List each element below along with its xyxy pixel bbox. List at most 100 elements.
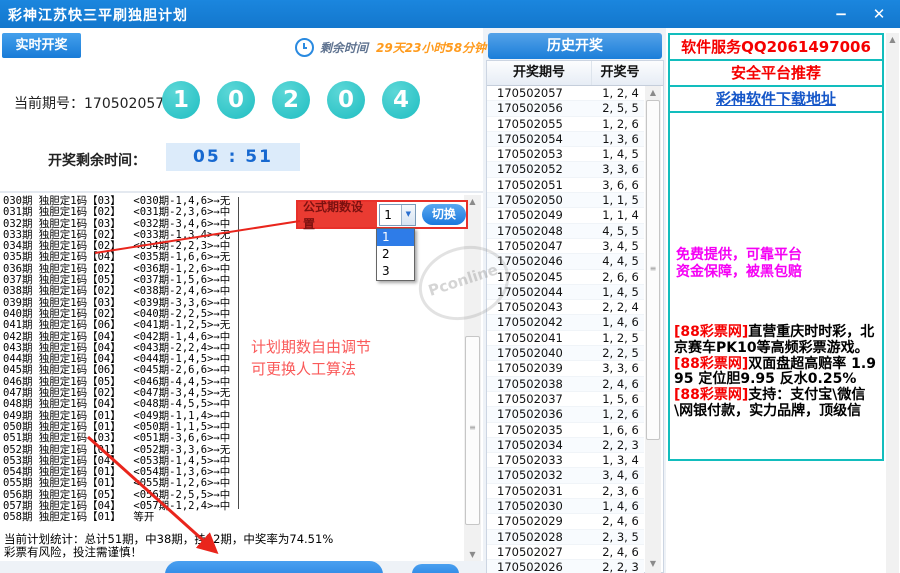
minimize-button[interactable]: − — [826, 0, 856, 28]
history-row: 1705020282, 3, 5 — [487, 530, 644, 545]
remaining-time-label: 剩余时间 — [320, 39, 368, 56]
dropdown-option[interactable]: 2 — [377, 246, 414, 263]
history-row: 1705020452, 6, 6 — [487, 270, 644, 285]
history-row: 1705020441, 4, 5 — [487, 285, 644, 300]
scrollbar-grip-icon: ≡ — [647, 264, 659, 273]
promo-slogan-line: 资金保障，被黑包赔 — [676, 264, 802, 281]
plan-line: 048期 独胆定1码【04】 <048期-4,5,5>→中 — [3, 399, 463, 410]
scroll-up-icon[interactable]: ▲ — [886, 33, 899, 46]
cell: 2, 4, 6 — [597, 514, 644, 528]
history-row: 1705020491, 1, 4 — [487, 208, 644, 223]
promo-panel: 软件服务QQ2061497006 安全平台推荐 彩神软件下载地址 免费提供，可靠… — [666, 28, 900, 573]
chevron-down-icon[interactable]: ▼ — [401, 205, 415, 225]
history-table-header: 开奖期号 开奖号 — [487, 61, 663, 86]
cell: 170502044 — [487, 285, 597, 299]
cell: 1, 2, 4 — [597, 86, 644, 100]
cell: 170502026 — [487, 560, 597, 573]
cell: 1, 3, 4 — [597, 453, 644, 467]
history-row: 1705020371, 5, 6 — [487, 392, 644, 407]
secondary-button[interactable] — [412, 564, 459, 573]
tab-live-draw[interactable]: 实时开奖 — [2, 33, 81, 58]
history-scrollbar[interactable]: ▲ ≡ ▼ — [645, 86, 661, 573]
cell: 170502027 — [487, 545, 597, 559]
promo-scrollbar[interactable]: ▲ — [886, 33, 899, 573]
annotation-note-line: 计划期数自由调节 — [251, 336, 371, 358]
plan-scrollbar-thumb[interactable]: ≡ — [465, 336, 480, 525]
download-link[interactable]: 彩神软件下载地址 — [670, 87, 882, 113]
cell: 2, 4, 6 — [597, 377, 644, 391]
cell: 1, 3, 6 — [597, 132, 644, 146]
cell: 170502051 — [487, 178, 597, 192]
history-row: 1705020571, 2, 4 — [487, 86, 644, 101]
cell: 170502032 — [487, 468, 597, 482]
cell: 170502034 — [487, 438, 597, 452]
cell: 170502056 — [487, 101, 597, 115]
history-row: 1705020541, 3, 6 — [487, 132, 644, 147]
history-panel-title: 历史开奖 — [488, 33, 662, 59]
divider — [0, 191, 483, 193]
ad-site-tag: [88彩票网] — [674, 324, 748, 340]
history-row: 1705020411, 2, 5 — [487, 331, 644, 346]
cell: 170502057 — [487, 86, 597, 100]
history-row: 1705020513, 6, 6 — [487, 178, 644, 193]
cell: 2, 2, 3 — [597, 560, 644, 573]
history-row: 1705020484, 5, 5 — [487, 224, 644, 239]
cell: 170502050 — [487, 193, 597, 207]
draw-ball: 2 — [272, 81, 310, 119]
cell: 170502038 — [487, 377, 597, 391]
safe-platform-label: 安全平台推荐 — [670, 61, 882, 87]
window-title: 彩神江苏快三平刷独胆计划 — [8, 5, 188, 25]
cell: 170502055 — [487, 117, 597, 131]
promo-box: 软件服务QQ2061497006 安全平台推荐 彩神软件下载地址 免费提供，可靠… — [668, 33, 884, 461]
promo-ads: [88彩票网]直营重庆时时彩，北京赛车PK10等高频彩票游戏。[88彩票网]双面… — [674, 325, 878, 420]
cell: 4, 4, 5 — [597, 254, 644, 268]
scroll-down-icon[interactable]: ▼ — [464, 548, 481, 561]
annotation-note-line: 可更换人工算法 — [251, 358, 371, 380]
promo-ad-line: [88彩票网]双面盘超高赔率 1.995 定位胆9.95 反水0.25% — [674, 357, 878, 389]
scroll-up-icon[interactable]: ▲ — [645, 86, 661, 99]
countdown-value: 05 : 51 — [166, 143, 300, 171]
history-row: 1705020361, 2, 6 — [487, 407, 644, 422]
cell: 170502031 — [487, 484, 597, 498]
ad-site-tag: [88彩票网] — [674, 387, 748, 403]
close-button[interactable]: ✕ — [864, 0, 894, 28]
cell: 170502033 — [487, 453, 597, 467]
cell: 170502045 — [487, 270, 597, 284]
cell: 1, 6, 6 — [597, 423, 644, 437]
plan-line: 038期 独胆定1码【02】 <038期-2,4,6>→中 — [3, 286, 463, 297]
annotation-note: 计划期数自由调节 可更换人工算法 — [251, 336, 371, 380]
formula-period-dropdown[interactable]: 1 ▼ — [379, 204, 416, 226]
cell: 170502049 — [487, 208, 597, 222]
history-row: 1705020464, 4, 5 — [487, 254, 644, 269]
cell: 4, 5, 5 — [597, 224, 644, 238]
promo-ad-line: [88彩票网]直营重庆时时彩，北京赛车PK10等高频彩票游戏。 — [674, 325, 878, 357]
cell: 170502046 — [487, 254, 597, 268]
history-row: 1705020301, 4, 6 — [487, 499, 644, 514]
dropdown-option[interactable]: 1 — [377, 229, 414, 246]
remaining-time-group: 剩余时间 29天23小时58分钟 — [295, 39, 486, 55]
scroll-down-icon[interactable]: ▼ — [645, 557, 661, 570]
title-bar: 彩神江苏快三平刷独胆计划 − ✕ — [0, 0, 900, 28]
cell: 3, 3, 6 — [597, 162, 644, 176]
dropdown-options-popup: 123 — [376, 228, 415, 281]
history-row: 1705020342, 2, 3 — [487, 438, 644, 453]
cell: 1, 1, 4 — [597, 208, 644, 222]
history-scrollbar-thumb[interactable]: ≡ — [646, 100, 660, 440]
cell: 2, 6, 6 — [597, 270, 644, 284]
cell: 170502041 — [487, 331, 597, 345]
dropdown-option[interactable]: 3 — [377, 263, 414, 280]
history-table: 开奖期号 开奖号 1705020571, 2, 41705020562, 5, … — [486, 60, 664, 573]
start-plan-button[interactable] — [165, 561, 383, 573]
cell: 170502043 — [487, 300, 597, 314]
plan-scrollbar[interactable]: ▲ ≡ ▼ — [464, 195, 481, 561]
cell: 170502036 — [487, 407, 597, 421]
cell: 2, 2, 5 — [597, 346, 644, 360]
cell: 170502030 — [487, 499, 597, 513]
cell: 170502035 — [487, 423, 597, 437]
cell: 170502054 — [487, 132, 597, 146]
formula-settings-label: 公式期数设置 — [298, 202, 377, 227]
cell: 1, 4, 6 — [597, 315, 644, 329]
cell: 170502047 — [487, 239, 597, 253]
cell: 2, 3, 6 — [597, 484, 644, 498]
switch-button[interactable]: 切换 — [422, 204, 466, 225]
